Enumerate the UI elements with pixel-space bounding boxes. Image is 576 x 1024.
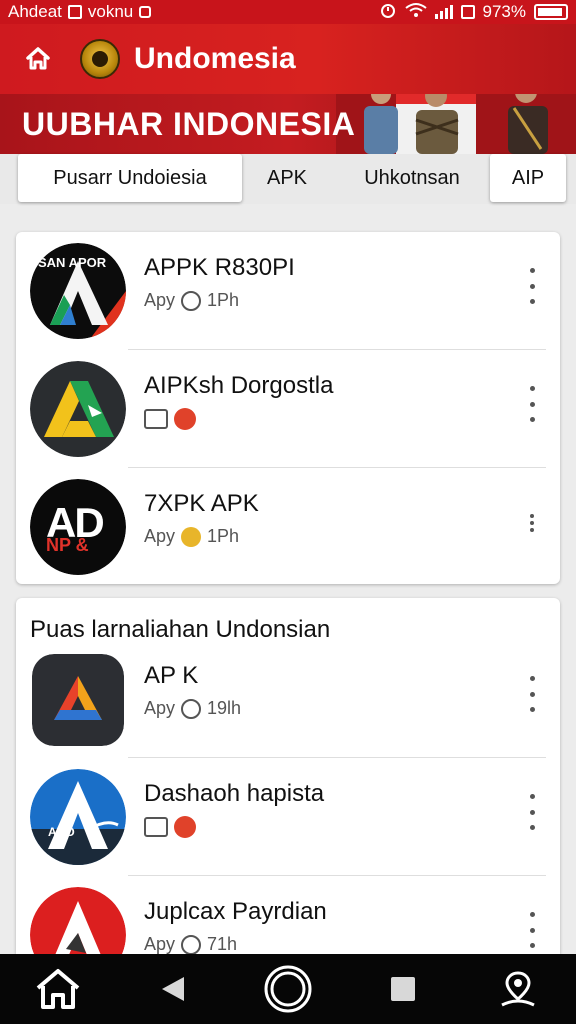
app-logo [32, 654, 124, 746]
tab-apk[interactable]: APK [252, 154, 322, 202]
sync-icon [460, 5, 475, 19]
battery-label: 973% [482, 2, 526, 21]
app-title: Undomesia [134, 42, 296, 75]
app-name: Juplcax Payrdian [144, 898, 327, 925]
app-name: 7XPK APK [144, 490, 259, 517]
emoji-icon [181, 526, 202, 547]
location-button[interactable] [488, 959, 548, 1019]
carrier-label: Ahdeat [8, 2, 62, 21]
app-logo: AD NP & [30, 479, 126, 575]
app-bar: Undomesia [0, 24, 576, 94]
app-logo [30, 361, 126, 457]
app-meta: Apy 1Ph [144, 526, 239, 547]
wifi-icon [404, 2, 427, 23]
banner-title: UUBHAR INDONESIA [22, 106, 356, 142]
badge-icon [174, 816, 196, 838]
more-options-button[interactable] [524, 676, 540, 712]
tab-uhkotnsan[interactable]: Uhkotnsan [342, 154, 482, 202]
app-meta-value: 71h [207, 934, 238, 954]
ceremony-illustration [336, 94, 576, 154]
tab-label: AIP [511, 166, 545, 189]
map-icon [144, 817, 168, 837]
map-icon [144, 409, 168, 429]
battery-icon [534, 4, 568, 20]
recents-button[interactable] [373, 959, 433, 1019]
signal-icon [434, 5, 453, 19]
app-meta: Apy 19lh [144, 698, 241, 719]
list-item[interactable]: SAN APOR APPK R830PI Apy 1Ph [16, 232, 560, 350]
tab-pusarr-undoiesia[interactable]: Pusarr Undoiesia [18, 154, 242, 202]
app-logo [30, 887, 126, 954]
home-icon [26, 47, 50, 70]
clock-icon [181, 934, 202, 954]
back-button[interactable] [143, 959, 203, 1019]
app-sub-label: Apy [144, 526, 176, 546]
app-logo: ABO [30, 769, 126, 865]
clock-icon [181, 290, 202, 311]
more-options-button[interactable] [524, 268, 540, 304]
home-nav-button[interactable] [28, 959, 88, 1019]
app-list-card: SAN APOR APPK R830PI Apy 1Ph AIPKsh Dorg… [16, 232, 560, 584]
home-icon [36, 969, 79, 1009]
home-circle-button[interactable] [258, 959, 318, 1019]
app-meta: Apy 71h [144, 934, 237, 954]
tab-label: Uhkotnsan [364, 166, 460, 189]
screenshot-icon [67, 5, 82, 19]
app-list-card-2: Puas larnaliahan Undonsian AP K Apy 19lh [16, 598, 560, 954]
clock-icon [181, 698, 202, 719]
list-item[interactable]: AIPKsh Dorgostla [16, 350, 560, 468]
app-name: AIPKsh Dorgostla [144, 372, 334, 399]
app-sub-label: Apy [144, 698, 176, 718]
tab-label: APK [266, 166, 308, 189]
tab-aip[interactable]: AIP [490, 154, 566, 202]
list-item[interactable]: ABO Dashaoh hapista [16, 758, 560, 876]
logo-subtext: NP & [46, 535, 89, 555]
more-options-button[interactable] [524, 912, 540, 948]
app-sub-label: Apy [144, 934, 176, 954]
app-meta: Apy 1Ph [144, 290, 239, 311]
status-bar: Ahdeat voknu 973% [0, 0, 576, 24]
tab-label: Pusarr Undoiesia [53, 166, 207, 189]
app-meta-value: 19lh [207, 698, 242, 718]
alarm-icon [379, 1, 397, 24]
notification-label: voknu [87, 2, 134, 21]
app-meta [144, 408, 196, 430]
more-options-button[interactable] [524, 514, 540, 532]
recents-icon [391, 977, 416, 1001]
app-meta [144, 816, 196, 838]
app-meta-value: 1Ph [207, 290, 240, 310]
list-item[interactable]: AP K Apy 19lh [16, 640, 560, 758]
list-item[interactable]: AD NP & 7XPK APK Apy 1Ph [16, 468, 560, 584]
app-name: Dashaoh hapista [144, 780, 325, 807]
home-circle-icon [264, 965, 312, 1013]
home-button[interactable] [8, 29, 68, 89]
app-logo: SAN APOR [30, 243, 126, 339]
list-item[interactable]: Juplcax Payrdian Apy 71h [16, 876, 560, 954]
more-options-button[interactable] [524, 794, 540, 830]
badge-icon [174, 408, 196, 430]
logo-text: SAN APOR [38, 255, 107, 270]
category-tabs: Pusarr Undoiesia APK Uhkotnsan AIP [0, 154, 576, 204]
logo-text: ABO [48, 825, 75, 839]
app-notification-icon [139, 6, 152, 18]
navigation-bar [0, 954, 576, 1024]
app-name: APPK R830PI [144, 254, 295, 281]
more-options-button[interactable] [524, 386, 540, 422]
back-icon [161, 977, 184, 1001]
app-meta-value: 1Ph [207, 526, 240, 546]
hero-banner: UUBHAR INDONESIA [0, 94, 576, 154]
app-name: AP K [144, 662, 199, 689]
app-sub-label: Apy [144, 290, 176, 310]
location-icon [501, 971, 536, 1007]
app-logo [80, 39, 120, 79]
